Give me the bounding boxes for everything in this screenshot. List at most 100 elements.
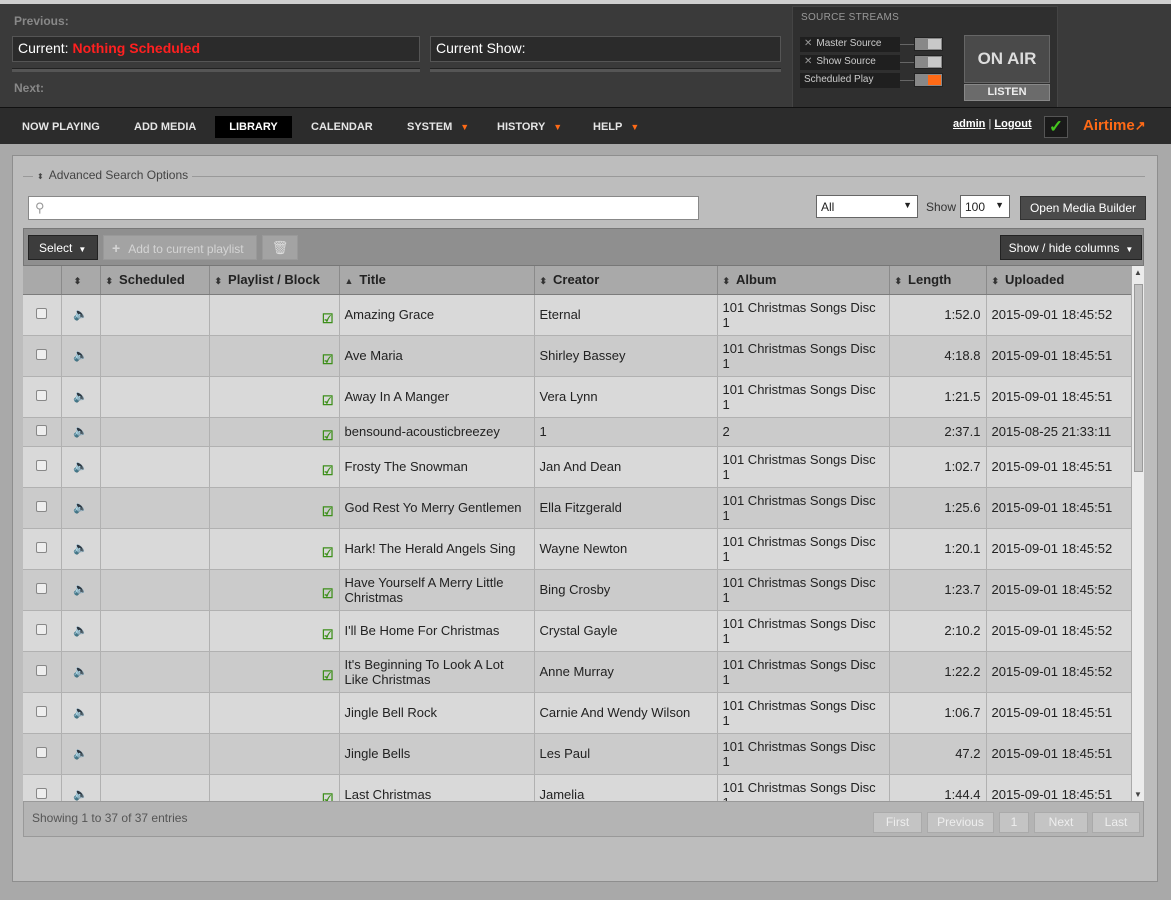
row-checkbox[interactable]: [36, 501, 48, 512]
length-cell: 2:10.2: [889, 610, 987, 652]
row-checkbox[interactable]: [36, 624, 48, 635]
vertical-scrollbar[interactable]: ▲ ▼: [1131, 266, 1144, 801]
previous-page-button[interactable]: Previous: [927, 812, 994, 833]
table-row[interactable]: 🔈 ☑ It's Beginning To Look A Lot Like Chri…: [23, 651, 1132, 693]
title-cell: Last Christmas: [339, 774, 535, 801]
speaker-icon[interactable]: 🔈: [73, 541, 88, 555]
title-cell: Away In A Manger: [339, 376, 535, 418]
col-uploaded-header[interactable]: ⬍ Uploaded: [986, 266, 1132, 295]
speaker-icon[interactable]: 🔈: [73, 664, 88, 678]
master-source-toggle[interactable]: [914, 37, 943, 51]
page-size-value: 100: [965, 200, 986, 214]
length-cell: 1:20.1: [889, 528, 987, 570]
speaker-icon[interactable]: 🔈: [73, 500, 88, 514]
row-checkbox[interactable]: [36, 665, 48, 676]
table-row[interactable]: 🔈 Jingle Bell Rock Carnie And Wendy Wilson…: [23, 692, 1132, 734]
caret-down-icon: ▼: [630, 122, 640, 132]
table-row[interactable]: 🔈 ☑ bensound-acousticbreezey 1 2 2:37.1 2015-0…: [23, 417, 1132, 447]
title-cell: Jingle Bell Rock: [339, 692, 535, 734]
next-page-button[interactable]: Next: [1034, 812, 1088, 833]
select-dropdown-button[interactable]: Select ▼: [28, 235, 98, 260]
row-checkbox[interactable]: [36, 788, 48, 799]
col-scheduled-header[interactable]: ⬍ Scheduled: [100, 266, 210, 295]
table-row[interactable]: 🔈 ☑ I'll Be Home For Christmas Crystal Gayl…: [23, 610, 1132, 652]
show-hide-columns-button[interactable]: Show / hide columns ▼: [1000, 235, 1142, 260]
page-1-button[interactable]: 1: [999, 812, 1029, 833]
scrollbar-thumb[interactable]: [1134, 284, 1143, 472]
speaker-icon[interactable]: 🔈: [73, 389, 88, 403]
status-check-icon[interactable]: ✓: [1044, 116, 1068, 138]
speaker-icon[interactable]: 🔈: [73, 623, 88, 637]
search-input[interactable]: [53, 199, 693, 217]
speaker-icon[interactable]: 🔈: [73, 582, 88, 596]
nav-help[interactable]: HELP ▼: [585, 116, 647, 138]
scroll-up-icon[interactable]: ▲: [1134, 268, 1142, 277]
speaker-icon[interactable]: 🔈: [73, 424, 88, 438]
nav-system[interactable]: SYSTEM ▼: [399, 116, 477, 138]
row-checkbox[interactable]: [36, 390, 48, 401]
logout-link[interactable]: Logout: [994, 118, 1031, 130]
last-page-button[interactable]: Last: [1092, 812, 1140, 833]
row-checkbox[interactable]: [36, 583, 48, 594]
col-title-header[interactable]: ▲ Title: [339, 266, 535, 295]
first-page-button[interactable]: First: [873, 812, 922, 833]
table-row[interactable]: 🔈 ☑ Have Yourself A Merry Little Christmas…: [23, 569, 1132, 611]
add-to-playlist-button[interactable]: + Add to current playlist: [103, 235, 257, 260]
speaker-icon[interactable]: 🔈: [73, 307, 88, 321]
row-checkbox[interactable]: [36, 460, 48, 471]
preview-cell: 🔈: [61, 528, 101, 570]
scheduled-play-toggle[interactable]: [914, 73, 943, 87]
speaker-icon[interactable]: 🔈: [73, 746, 88, 760]
table-row[interactable]: 🔈 ☑ Amazing Grace Eternal 101 Christmas Song…: [23, 294, 1132, 336]
nav-calendar[interactable]: CALENDAR: [303, 116, 381, 138]
delete-button[interactable]: 🗑: [262, 235, 298, 260]
table-row[interactable]: 🔈 ☑ Last Christmas Jamelia 101 Christmas Son…: [23, 774, 1132, 801]
row-checkbox-cell: [23, 569, 62, 611]
col-playlist-header[interactable]: ⬍ Playlist / Block: [209, 266, 340, 295]
col-length-header[interactable]: ⬍ Length: [889, 266, 987, 295]
col-preview-header[interactable]: ⬍: [61, 266, 101, 295]
playlist-check-icon: ☑: [321, 627, 334, 642]
row-checkbox[interactable]: [36, 308, 48, 319]
speaker-icon[interactable]: 🔈: [73, 787, 88, 801]
nav-add-media[interactable]: ADD MEDIA: [126, 116, 204, 138]
preview-cell: 🔈: [61, 335, 101, 377]
row-checkbox[interactable]: [36, 706, 48, 717]
album-cell: 101 Christmas Songs Disc 1: [717, 487, 890, 529]
nav-library[interactable]: LIBRARY: [215, 116, 292, 138]
row-checkbox[interactable]: [36, 349, 48, 360]
preview-cell: 🔈: [61, 733, 101, 775]
user-link[interactable]: admin: [953, 118, 985, 130]
table-row[interactable]: 🔈 ☑ Hark! The Herald Angels Sing Wayne Newt…: [23, 528, 1132, 570]
sort-icon: ⬍: [105, 276, 114, 287]
close-icon[interactable]: ✕: [804, 56, 812, 67]
page-size-select[interactable]: 100 ▼: [960, 195, 1010, 218]
speaker-icon[interactable]: 🔈: [73, 705, 88, 719]
source-streams-box: SOURCE STREAMS ✕ Master Source ✕ Show Sour…: [792, 6, 1058, 108]
scroll-down-icon[interactable]: ▼: [1134, 790, 1142, 799]
plus-icon: +: [112, 240, 121, 256]
table-row[interactable]: 🔈 ☑ God Rest Yo Merry Gentlemen Ella Fitzge…: [23, 487, 1132, 529]
user-links: admin | Logout: [953, 118, 1032, 130]
type-filter-select[interactable]: All ▼: [816, 195, 918, 218]
col-album-header[interactable]: ⬍ Album: [717, 266, 890, 295]
row-checkbox[interactable]: [36, 747, 48, 758]
speaker-icon[interactable]: 🔈: [73, 348, 88, 362]
advanced-search-toggle[interactable]: ⬍ Advanced Search Options: [33, 168, 193, 182]
nav-now-playing[interactable]: NOW PLAYING: [14, 116, 108, 138]
listen-button[interactable]: LISTEN: [964, 84, 1050, 101]
row-checkbox[interactable]: [36, 425, 48, 436]
album-cell: 101 Christmas Songs Disc 1: [717, 733, 890, 775]
playlist-check-icon: ☑: [321, 352, 334, 367]
table-row[interactable]: 🔈 ☑ Ave Maria Shirley Bassey 101 Christmas S…: [23, 335, 1132, 377]
open-media-builder-button[interactable]: Open Media Builder: [1020, 196, 1146, 220]
table-row[interactable]: 🔈 ☑ Away In A Manger Vera Lynn 101 Christmas…: [23, 376, 1132, 418]
table-row[interactable]: 🔈 ☑ Frosty The Snowman Jan And Dean 101 Chri…: [23, 446, 1132, 488]
col-creator-header[interactable]: ⬍ Creator: [534, 266, 718, 295]
table-row[interactable]: 🔈 Jingle Bells Les Paul 101 Christmas Songs…: [23, 733, 1132, 775]
nav-history[interactable]: HISTORY ▼: [489, 116, 570, 138]
speaker-icon[interactable]: 🔈: [73, 459, 88, 473]
close-icon[interactable]: ✕: [804, 38, 812, 49]
show-source-toggle[interactable]: [914, 55, 943, 69]
row-checkbox[interactable]: [36, 542, 48, 553]
